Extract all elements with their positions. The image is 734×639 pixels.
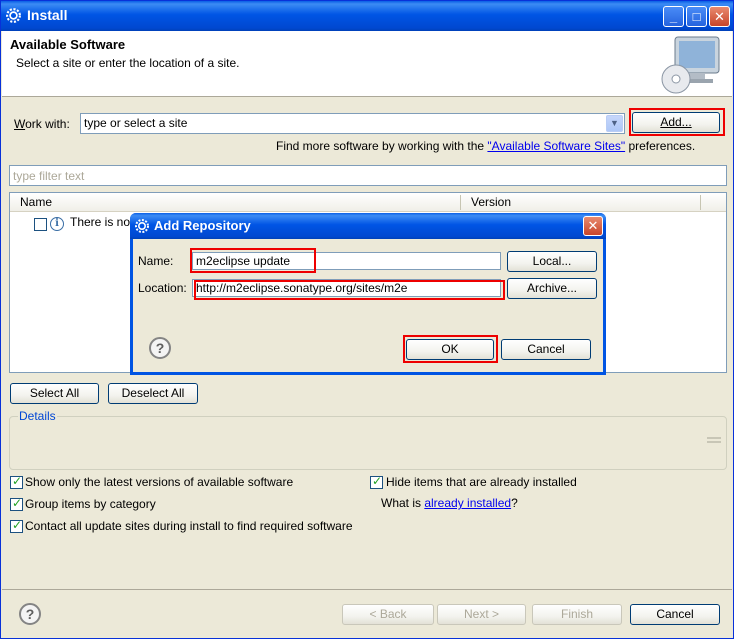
- help-icon[interactable]: ?: [19, 603, 41, 625]
- group-by-category-label: Group items by category: [25, 497, 156, 511]
- eclipse-gear-icon: [6, 8, 21, 23]
- select-all-button[interactable]: Select All: [10, 383, 99, 404]
- minimize-icon: _: [669, 9, 678, 24]
- close-icon: ✕: [587, 218, 599, 233]
- local-button[interactable]: Local...: [507, 251, 597, 272]
- window-titlebar[interactable]: Install _ □ ✕: [1, 1, 733, 31]
- maximize-icon: □: [692, 9, 701, 24]
- deselect-all-button[interactable]: Deselect All: [108, 383, 198, 404]
- contact-all-sites-label: Contact all update sites during install …: [25, 519, 353, 533]
- what-is-installed-text: What is already installed?: [381, 496, 518, 510]
- filter-placeholder: type filter text: [13, 169, 85, 183]
- location-value: http://m2eclipse.sonatype.org/sites/m2e: [196, 281, 408, 295]
- dialog-help-icon[interactable]: ?: [149, 337, 171, 359]
- find-more-text: Find more software by working with the "…: [276, 139, 696, 153]
- finish-button[interactable]: Finish: [532, 604, 622, 625]
- row-checkbox[interactable]: [34, 218, 47, 231]
- table-header: Name Version: [10, 193, 726, 212]
- info-icon: i: [50, 217, 64, 231]
- cancel-button[interactable]: Cancel: [630, 604, 720, 625]
- sash-grip-icon[interactable]: [707, 437, 721, 447]
- page-title: Available Software: [10, 37, 126, 52]
- available-software-sites-link[interactable]: "Available Software Sites": [487, 139, 625, 153]
- already-installed-link[interactable]: already installed: [424, 496, 511, 510]
- install-window: Install _ □ ✕ Available Software Select …: [0, 0, 734, 639]
- latest-versions-label: Show only the latest versions of availab…: [25, 475, 294, 489]
- add-site-button[interactable]: Add...: [632, 112, 720, 133]
- dialog-titlebar[interactable]: Add Repository ✕: [130, 213, 606, 239]
- hide-installed-label: Hide items that are already installed: [386, 475, 577, 489]
- chevron-down-icon[interactable]: ▼: [606, 115, 623, 132]
- window-title: Install: [27, 7, 68, 23]
- work-with-combo[interactable]: type or select a site ▼: [80, 113, 625, 134]
- page-subtitle: Select a site or enter the location of a…: [16, 56, 240, 70]
- wizard-header: Available Software Select a site or ente…: [2, 31, 732, 97]
- close-icon: ✕: [714, 9, 725, 24]
- name-field[interactable]: m2eclipse update: [192, 252, 501, 270]
- location-field[interactable]: http://m2eclipse.sonatype.org/sites/m2e: [192, 279, 501, 297]
- hide-installed-checkbox[interactable]: [370, 474, 383, 489]
- contact-all-sites-checkbox[interactable]: [10, 518, 23, 533]
- maximize-button[interactable]: □: [686, 6, 707, 27]
- details-label: Details: [18, 409, 57, 423]
- eclipse-gear-icon: [135, 219, 149, 233]
- install-monitor-icon: [661, 36, 720, 94]
- name-label: Name:: [138, 254, 174, 268]
- close-button[interactable]: ✕: [709, 6, 730, 27]
- minimize-button[interactable]: _: [663, 6, 684, 27]
- work-with-value: type or select a site: [84, 116, 188, 130]
- name-value: m2eclipse update: [196, 254, 291, 268]
- ok-button[interactable]: OK: [406, 339, 494, 360]
- column-name[interactable]: Name: [20, 195, 52, 209]
- add-repository-dialog: Add Repository ✕ Name: m2eclipse update …: [130, 213, 606, 375]
- work-with-label: Work with:: [14, 117, 70, 131]
- group-by-category-checkbox[interactable]: [10, 496, 23, 511]
- location-label: Location:: [138, 281, 187, 295]
- dialog-close-button[interactable]: ✕: [583, 216, 603, 236]
- archive-button[interactable]: Archive...: [507, 278, 597, 299]
- next-button[interactable]: Next >: [437, 604, 526, 625]
- column-version[interactable]: Version: [471, 195, 511, 209]
- filter-input[interactable]: type filter text: [9, 165, 727, 186]
- dialog-cancel-button[interactable]: Cancel: [501, 339, 591, 360]
- details-group: Details: [9, 409, 727, 470]
- dialog-title: Add Repository: [154, 218, 251, 233]
- table-row: There is no: [70, 215, 131, 229]
- back-button[interactable]: < Back: [342, 604, 434, 625]
- latest-versions-checkbox[interactable]: [10, 474, 23, 489]
